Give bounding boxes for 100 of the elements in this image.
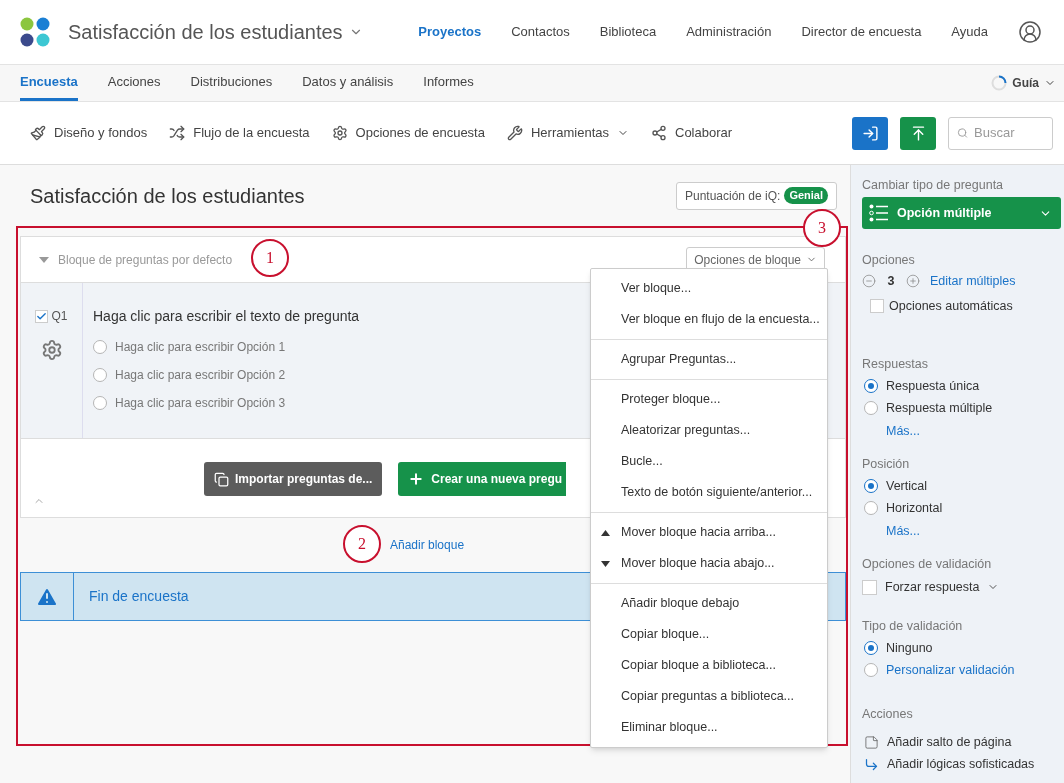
nav-link[interactable]: Administración — [686, 22, 772, 42]
question-type-dropdown[interactable]: Opción múltiple — [862, 197, 1061, 229]
shuffle-icon — [169, 125, 186, 141]
nav-link[interactable]: Ayuda — [951, 22, 988, 42]
edit-multiple-link[interactable]: Editar múltiples — [930, 271, 1016, 291]
question-checkbox[interactable] — [35, 309, 49, 323]
menu-item[interactable]: Añadir bloque debajo — [591, 588, 827, 619]
menu-item[interactable]: Texto de botón siguiente/anterior... — [591, 477, 827, 508]
minus-icon[interactable] — [862, 274, 876, 288]
toolbar-button[interactable]: Flujo de la encuesta — [169, 123, 310, 143]
checkbox[interactable] — [862, 579, 877, 595]
collapse-caret-icon[interactable] — [39, 256, 49, 263]
radio-label: Vertical — [886, 477, 927, 495]
menu-item[interactable]: Copiar bloque... — [591, 619, 827, 650]
wrench-icon — [506, 125, 523, 141]
publish-button[interactable] — [900, 116, 936, 150]
plus-icon[interactable] — [906, 274, 920, 288]
choice-text[interactable]: Haga clic para escribir Opción 1 — [115, 338, 286, 356]
search-input[interactable]: Buscar — [974, 123, 1044, 143]
share-icon — [651, 125, 667, 141]
user-avatar-icon[interactable] — [1018, 20, 1042, 44]
section-label: Cambiar tipo de pregunta — [862, 177, 1005, 194]
toolbar-button[interactable]: Colaborar — [651, 123, 733, 143]
iq-score-button[interactable]: Puntuación de iQ: Genial — [675, 181, 837, 210]
toolbar-button[interactable]: Opciones de encuesta — [331, 123, 485, 143]
section-label: Tipo de validación — [862, 618, 964, 635]
checkbox[interactable] — [870, 299, 884, 313]
create-question-button[interactable]: Crear una nueva pregu — [398, 462, 567, 496]
radio-button[interactable] — [864, 501, 878, 515]
radio-label: Horizontal — [886, 499, 943, 517]
action-link[interactable]: Añadir salto de página — [887, 732, 1012, 752]
radio-button[interactable] — [864, 401, 878, 415]
radio-button[interactable] — [93, 368, 107, 382]
more-link[interactable]: Más... — [862, 419, 1061, 443]
menu-item[interactable]: Ver bloque en flujo de la encuesta... — [591, 304, 827, 335]
paintbrush-icon — [30, 125, 46, 141]
section-label: Acciones — [862, 706, 914, 723]
settings-icon[interactable] — [40, 339, 63, 361]
list-icon — [869, 204, 889, 222]
down-triangle-icon — [601, 560, 610, 567]
radio-label: Ninguno — [886, 639, 933, 657]
menu-item[interactable]: Bucle... — [591, 446, 827, 477]
menu-item[interactable]: Mover bloque hacia arriba... — [591, 517, 827, 548]
question-number: Q1 — [51, 308, 68, 325]
menu-item[interactable]: Aleatorizar preguntas... — [591, 415, 827, 446]
survey-title: Satisfacción de los estudiantes — [30, 183, 305, 209]
branch-arrow-icon — [864, 756, 879, 772]
menu-item[interactable]: Copiar bloque a biblioteca... — [591, 650, 827, 681]
tab[interactable]: Informes — [423, 65, 474, 101]
section-label: Respuestas — [862, 356, 929, 373]
tab[interactable]: Acciones — [107, 65, 161, 101]
progress-ring-icon — [991, 75, 1008, 91]
radio-label: Respuesta única — [886, 377, 980, 395]
radio-button[interactable] — [864, 641, 878, 655]
score-badge: Genial — [784, 187, 828, 204]
tab[interactable]: Datos y análisis — [302, 65, 394, 101]
choice-count: 3 — [886, 272, 896, 290]
tab[interactable]: Distribuciones — [190, 65, 273, 101]
nav-link[interactable]: Proyectos — [418, 22, 482, 42]
question-text[interactable]: Haga clic para escribir el texto de pregunta — [93, 306, 360, 327]
settings-icon — [331, 125, 348, 141]
preview-button[interactable] — [852, 116, 888, 150]
checkbox-label: Opciones automáticas — [889, 297, 1013, 315]
add-block-link[interactable]: Añadir bloque — [390, 536, 465, 554]
import-questions-button[interactable]: Importar preguntas de... — [204, 462, 383, 496]
menu-item[interactable]: Agrupar Preguntas... — [591, 344, 827, 375]
radio-label-link[interactable]: Personalizar validación — [886, 660, 1015, 680]
radio-button[interactable] — [864, 479, 878, 493]
up-triangle-icon — [601, 529, 610, 536]
nav-link[interactable]: Contactos — [511, 22, 570, 42]
toolbar-button[interactable]: Diseño y fondos — [30, 123, 148, 143]
radio-button[interactable] — [864, 379, 878, 393]
choice-text[interactable]: Haga clic para escribir Opción 3 — [115, 394, 286, 412]
copy-icon — [214, 471, 229, 487]
enter-arrow-icon — [861, 124, 879, 142]
choice-text[interactable]: Haga clic para escribir Opción 2 — [115, 366, 286, 384]
guide-button[interactable]: Guía — [991, 65, 1056, 101]
project-title[interactable]: Satisfacción de los estudiantes — [68, 17, 343, 47]
action-link[interactable]: Añadir lógicas sofisticadas — [887, 754, 1035, 774]
page-break-icon — [864, 734, 879, 750]
annotation-number: 2 — [343, 525, 381, 563]
section-label: Opciones de validación — [862, 556, 993, 573]
annotation-number: 3 — [803, 209, 841, 247]
toolbar-button[interactable]: Herramientas — [506, 123, 629, 143]
logo-icon — [20, 17, 50, 47]
radio-button[interactable] — [93, 396, 107, 410]
menu-item[interactable]: Proteger bloque... — [591, 384, 827, 415]
search-field[interactable]: Buscar — [948, 116, 1053, 150]
menu-item[interactable]: Copiar preguntas a biblioteca... — [591, 681, 827, 712]
menu-item[interactable]: Eliminar bloque... — [591, 712, 827, 743]
nav-link[interactable]: Director de encuesta — [801, 22, 922, 42]
radio-button[interactable] — [93, 340, 107, 354]
section-label: Opciones — [862, 252, 916, 269]
radio-button[interactable] — [864, 663, 878, 677]
section-label: Posición — [862, 456, 911, 473]
more-link[interactable]: Más... — [862, 519, 1061, 543]
nav-link[interactable]: Biblioteca — [599, 22, 657, 42]
search-icon — [957, 126, 968, 140]
menu-item[interactable]: Ver bloque... — [591, 273, 827, 304]
checkbox-label: Forzar respuesta — [885, 578, 980, 596]
